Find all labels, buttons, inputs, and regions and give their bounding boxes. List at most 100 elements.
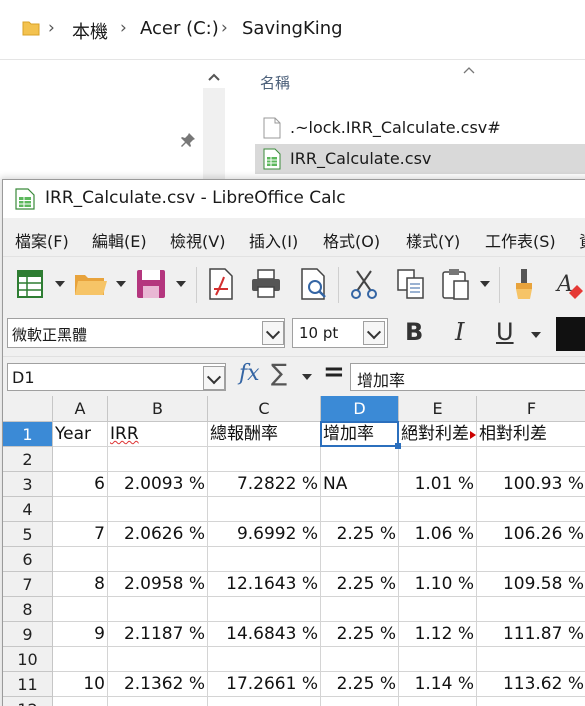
new-dropdown-icon[interactable] [55,281,65,287]
cell-b4[interactable] [108,497,208,522]
cell-e9[interactable]: 1.12 % [399,622,477,647]
cell-c8[interactable] [208,597,321,622]
breadcrumb-drive[interactable]: Acer (C:) [140,18,219,39]
name-box[interactable]: D1 [7,363,226,391]
cell-b1[interactable]: IRR [108,422,208,447]
save-dropdown-icon[interactable] [176,281,186,287]
clone-format-icon[interactable] [510,267,540,305]
cell-e1[interactable]: 絕對利差 [399,422,477,447]
cell-a11[interactable]: 10 [53,672,108,697]
cell-e8[interactable] [399,597,477,622]
row-header-12[interactable]: 12 [3,697,53,706]
row-header-7[interactable]: 7 [3,572,53,597]
cell-c5[interactable]: 9.6992 % [208,522,321,547]
menu-format[interactable]: 格式(O) [323,228,380,252]
cell-a1[interactable]: Year [53,422,108,447]
cell-e12[interactable] [399,697,477,706]
cell-b12[interactable] [108,697,208,706]
print-preview-icon[interactable] [298,267,330,305]
cell-f5[interactable]: 106.26 % [477,522,585,547]
row-header-1[interactable]: 1 [3,422,53,447]
cell-e10[interactable] [399,647,477,672]
cell-c7[interactable]: 12.1643 % [208,572,321,597]
cell-c2[interactable] [208,447,321,472]
cell-e5[interactable]: 1.06 % [399,522,477,547]
cell-a7[interactable]: 8 [53,572,108,597]
row-header-10[interactable]: 10 [3,647,53,672]
cell-a2[interactable] [53,447,108,472]
cell-f3[interactable]: 100.93 % [477,472,585,497]
formula-icon[interactable]: = [323,357,345,387]
cell-a9[interactable]: 9 [53,622,108,647]
row-header-3[interactable]: 3 [3,472,53,497]
menu-edit[interactable]: 編輯(E) [92,228,147,252]
cell-f10[interactable] [477,647,585,672]
cell-f9[interactable]: 111.87 % [477,622,585,647]
save-icon[interactable] [135,267,167,305]
breadcrumb-folder[interactable]: SavingKing [242,18,343,39]
cell-b10[interactable] [108,647,208,672]
cell-a5[interactable]: 7 [53,522,108,547]
cell-f1[interactable]: 相對利差 [477,422,585,447]
breadcrumb-this-pc[interactable]: 本機 [72,18,108,44]
open-folder-icon[interactable] [73,267,109,305]
export-pdf-icon[interactable] [206,267,236,305]
select-all-corner[interactable] [3,396,53,422]
cell-d8[interactable] [321,597,399,622]
spreadsheet-grid[interactable]: A B C D E F 1 Year IRR 總報酬率 增加率 絕對利差 相對利差 2 3 6 2.0093 %… [3,396,585,706]
cell-d4[interactable] [321,497,399,522]
cell-b11[interactable]: 2.1362 % [108,672,208,697]
menu-file[interactable]: 檔案(F) [15,228,69,252]
cell-f8[interactable] [477,597,585,622]
font-name-dropdown-icon[interactable] [262,321,284,345]
underline-dropdown-icon[interactable] [531,332,541,338]
cell-b8[interactable] [108,597,208,622]
cell-a3[interactable]: 6 [53,472,108,497]
cell-c3[interactable]: 7.2822 % [208,472,321,497]
column-header-c[interactable]: C [208,396,321,422]
row-header-11[interactable]: 11 [3,672,53,697]
menu-sheet[interactable]: 工作表(S) [485,228,556,252]
cut-icon[interactable] [349,267,379,305]
cell-d6[interactable] [321,547,399,572]
cell-f6[interactable] [477,547,585,572]
cell-d2[interactable] [321,447,399,472]
cell-b3[interactable]: 2.0093 % [108,472,208,497]
cell-c10[interactable] [208,647,321,672]
row-header-9[interactable]: 9 [3,622,53,647]
file-row-irr-calculate[interactable]: IRR_Calculate.csv [255,144,585,174]
file-row-lock[interactable]: .~lock.IRR_Calculate.csv# [255,113,585,143]
paste-icon[interactable] [440,267,472,305]
cell-d3[interactable]: NA [321,472,399,497]
address-bar[interactable]: › 本機 › Acer (C:) › SavingKing [0,0,585,60]
print-icon[interactable] [249,267,283,305]
menu-view[interactable]: 檢視(V) [170,228,225,252]
cell-d7[interactable]: 2.25 % [321,572,399,597]
sort-ascending-icon[interactable] [462,60,476,79]
column-header-a[interactable]: A [53,396,108,422]
formula-input[interactable]: 增加率 [350,363,585,391]
cell-f7[interactable]: 109.58 % [477,572,585,597]
cell-c4[interactable] [208,497,321,522]
title-bar[interactable]: IRR_Calculate.csv - LibreOffice Calc [3,180,585,218]
cell-d9[interactable]: 2.25 % [321,622,399,647]
font-name-box[interactable]: 微軟正黑體 [7,318,285,348]
row-header-6[interactable]: 6 [3,547,53,572]
row-header-4[interactable]: 4 [3,497,53,522]
menu-styles[interactable]: 樣式(Y) [406,228,460,252]
bold-button[interactable]: B [405,318,423,346]
cell-f2[interactable] [477,447,585,472]
underline-button[interactable]: U [496,318,514,346]
cell-d12[interactable] [321,697,399,706]
cell-a10[interactable] [53,647,108,672]
cell-e3[interactable]: 1.01 % [399,472,477,497]
cell-e11[interactable]: 1.14 % [399,672,477,697]
cell-a8[interactable] [53,597,108,622]
cell-c6[interactable] [208,547,321,572]
column-header-f[interactable]: F [477,396,585,422]
cell-b6[interactable] [108,547,208,572]
cell-a12[interactable] [53,697,108,706]
column-header-e[interactable]: E [399,396,477,422]
cell-d11[interactable]: 2.25 % [321,672,399,697]
row-header-8[interactable]: 8 [3,597,53,622]
